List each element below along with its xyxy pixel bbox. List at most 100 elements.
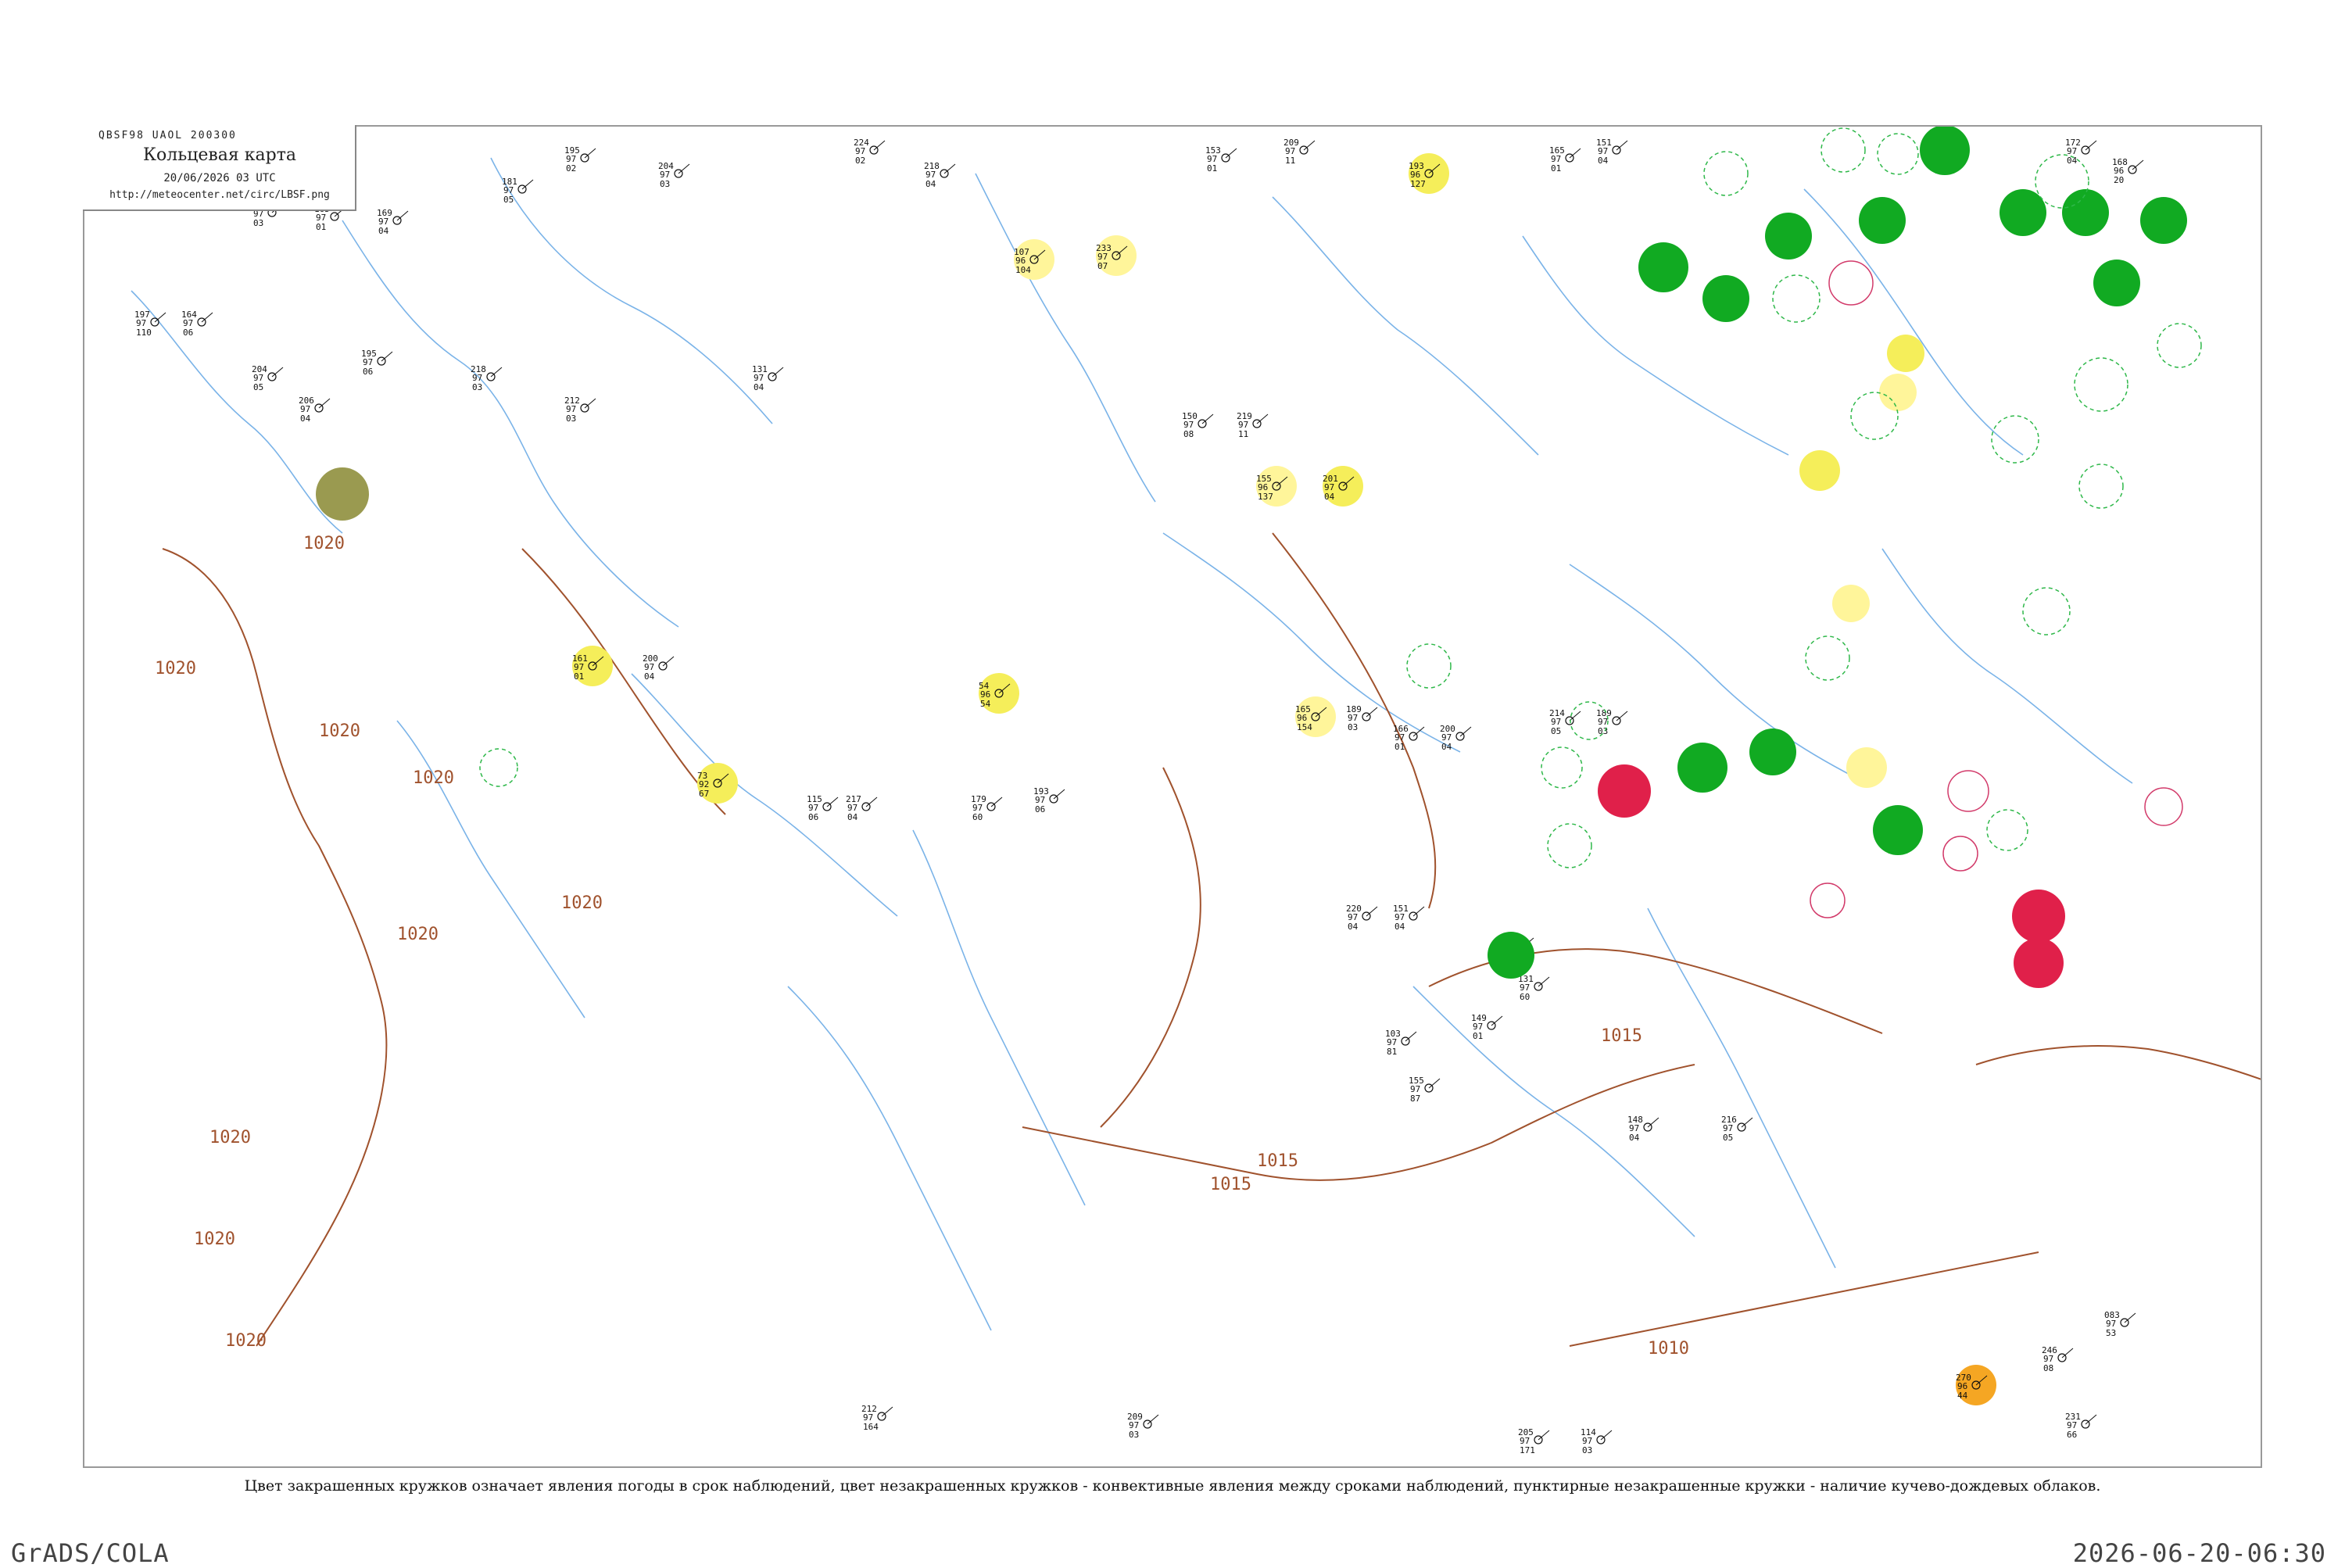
- weather-station[interactable]: 1819705: [502, 177, 534, 205]
- weather-event-circle: [1488, 932, 1534, 979]
- map-frame[interactable]: 1751818193970316597011699704181970519597…: [83, 125, 2262, 1468]
- station-dewpoint: 11: [1238, 429, 1248, 439]
- weather-station[interactable]: 2049705: [252, 364, 284, 392]
- weather-station[interactable]: 1659701: [1549, 145, 1581, 174]
- wind-barb: [873, 140, 886, 151]
- wind-barb: [826, 797, 839, 807]
- weather-station[interactable]: 1519704: [1393, 904, 1425, 932]
- weather-station[interactable]: 2169705: [1721, 1115, 1753, 1143]
- isobar-label: 1010: [1648, 1339, 1689, 1359]
- weather-station[interactable]: 549654: [979, 673, 1019, 714]
- weather-station[interactable]: 2049703: [658, 161, 690, 189]
- weather-event-circle: [1873, 805, 1923, 855]
- weather-station[interactable]: 1159706: [807, 794, 839, 822]
- weather-station[interactable]: 1489704: [1627, 1115, 1659, 1143]
- weather-station[interactable]: 2249702: [854, 138, 886, 166]
- weather-station[interactable]: 1149703: [1581, 1427, 1613, 1455]
- station-dewpoint: 110: [136, 328, 152, 338]
- weather-station[interactable]: 2319766: [2065, 1412, 2097, 1440]
- map-legend-box: QBSF98 UAOL 200300 Кольцевая карта 20/06…: [83, 125, 356, 211]
- weather-station[interactable]: 2009704: [1440, 724, 1472, 752]
- weather-station[interactable]: 2129703: [564, 396, 596, 424]
- weather-station[interactable]: 1559787: [1409, 1076, 1441, 1104]
- station-dewpoint: 01: [574, 671, 584, 682]
- wind-barb: [1053, 789, 1065, 800]
- station-dewpoint: 44: [1957, 1391, 1968, 1401]
- weather-station[interactable]: 16596154: [1295, 696, 1336, 737]
- isobar-labels-layer: 1020 1020 1020 1020 1020 1020 1020 1020 1020 1015…: [155, 534, 1689, 1359]
- wind-barb: [2124, 1312, 2136, 1323]
- cb-cloud-circle: [2074, 357, 2128, 412]
- isobar-label: 1015: [1210, 1175, 1251, 1194]
- station-dewpoint: 01: [1207, 163, 1217, 174]
- weather-event-circle: [1832, 585, 1870, 622]
- weather-station[interactable]: 1619701: [572, 646, 613, 686]
- weather-station[interactable]: 10796104: [1014, 239, 1054, 280]
- weather-station[interactable]: 21297164: [861, 1404, 893, 1432]
- weather-station[interactable]: 1699704: [377, 208, 409, 236]
- weather-station[interactable]: 1899703: [1596, 708, 1628, 736]
- weather-station[interactable]: 1799760: [971, 794, 1003, 822]
- station-dewpoint: 127: [1410, 179, 1426, 189]
- weather-station[interactable]: 1899703: [1346, 704, 1378, 732]
- weather-station[interactable]: 2099703: [1127, 1412, 1159, 1440]
- weather-station[interactable]: 2209704: [1346, 904, 1378, 932]
- wind-barb: [154, 312, 166, 323]
- wind-barb: [1616, 140, 1628, 151]
- station-dewpoint: 04: [1348, 922, 1359, 932]
- weather-station[interactable]: 1319704: [752, 364, 784, 392]
- wind-barb: [865, 797, 878, 807]
- station-dewpoint: 04: [847, 812, 858, 822]
- cb-cloud-circle: [2157, 323, 2202, 368]
- station-dewpoint: 137: [1258, 492, 1273, 502]
- weather-station[interactable]: 15596137: [1256, 466, 1297, 507]
- weather-station[interactable]: 2189703: [471, 364, 503, 392]
- station-dewpoint: 54: [980, 699, 991, 709]
- weather-event-circle: [2140, 197, 2187, 244]
- station-dewpoint: 05: [253, 382, 263, 392]
- weather-station[interactable]: 19396127: [1409, 153, 1449, 194]
- weather-event-circle: [2014, 938, 2064, 988]
- weather-station[interactable]: 739267: [697, 763, 738, 804]
- weather-station[interactable]: 2199711: [1237, 411, 1269, 439]
- weather-station[interactable]: 2339707: [1096, 235, 1137, 276]
- weather-station[interactable]: 2469708: [2042, 1345, 2074, 1373]
- weather-station[interactable]: 2189704: [924, 161, 956, 189]
- weather-station[interactable]: 1319760: [1518, 974, 1550, 1002]
- weather-station[interactable]: 1649706: [181, 310, 213, 338]
- weather-station[interactable]: 2019704: [1323, 466, 1363, 507]
- weather-station[interactable]: 2069704: [299, 396, 331, 424]
- map-canvas[interactable]: 1751818193970316597011699704181970519597…: [84, 127, 2262, 1468]
- weather-station[interactable]: 1509708: [1182, 411, 1214, 439]
- weather-station[interactable]: 2149705: [1549, 708, 1581, 736]
- station-dewpoint: 06: [808, 812, 818, 822]
- weather-station[interactable]: 2179704: [846, 794, 878, 822]
- weather-station[interactable]: 1499701: [1471, 1013, 1503, 1041]
- weather-station[interactable]: 1959706: [361, 349, 393, 377]
- wind-barb: [1647, 1117, 1659, 1128]
- weather-station[interactable]: 1729704: [2065, 138, 2097, 166]
- weather-station[interactable]: 2709644: [1956, 1365, 1996, 1405]
- weather-station[interactable]: 1539701: [1205, 145, 1237, 174]
- weather-station[interactable]: 1669701: [1393, 724, 1425, 752]
- isobar-label: 1020: [155, 659, 196, 678]
- weather-station[interactable]: 1689620: [2112, 157, 2144, 185]
- wind-barb: [1405, 1031, 1417, 1042]
- weather-station[interactable]: 1039781: [1385, 1029, 1417, 1057]
- map-url[interactable]: http://meteocenter.net/circ/LBSF.png: [83, 189, 356, 201]
- station-dewpoint: 60: [972, 812, 983, 822]
- station-dewpoint: 03: [660, 179, 670, 189]
- weather-station[interactable]: 2009704: [643, 653, 675, 682]
- weather-station[interactable]: 1959702: [564, 145, 596, 174]
- wind-barb: [1147, 1414, 1159, 1425]
- weather-event-circle: [2062, 189, 2109, 236]
- weather-station[interactable]: 1939706: [1033, 786, 1065, 814]
- weather-station[interactable]: 2099711: [1283, 138, 1316, 166]
- station-dewpoint: 11: [1285, 156, 1295, 166]
- weather-station[interactable]: 0839753: [2104, 1310, 2136, 1338]
- wind-barb: [1201, 413, 1214, 424]
- wind-barb: [2085, 1414, 2097, 1425]
- weather-station[interactable]: 1519704: [1596, 138, 1628, 166]
- wind-barb: [943, 163, 956, 174]
- weather-station[interactable]: 20597171: [1518, 1427, 1550, 1455]
